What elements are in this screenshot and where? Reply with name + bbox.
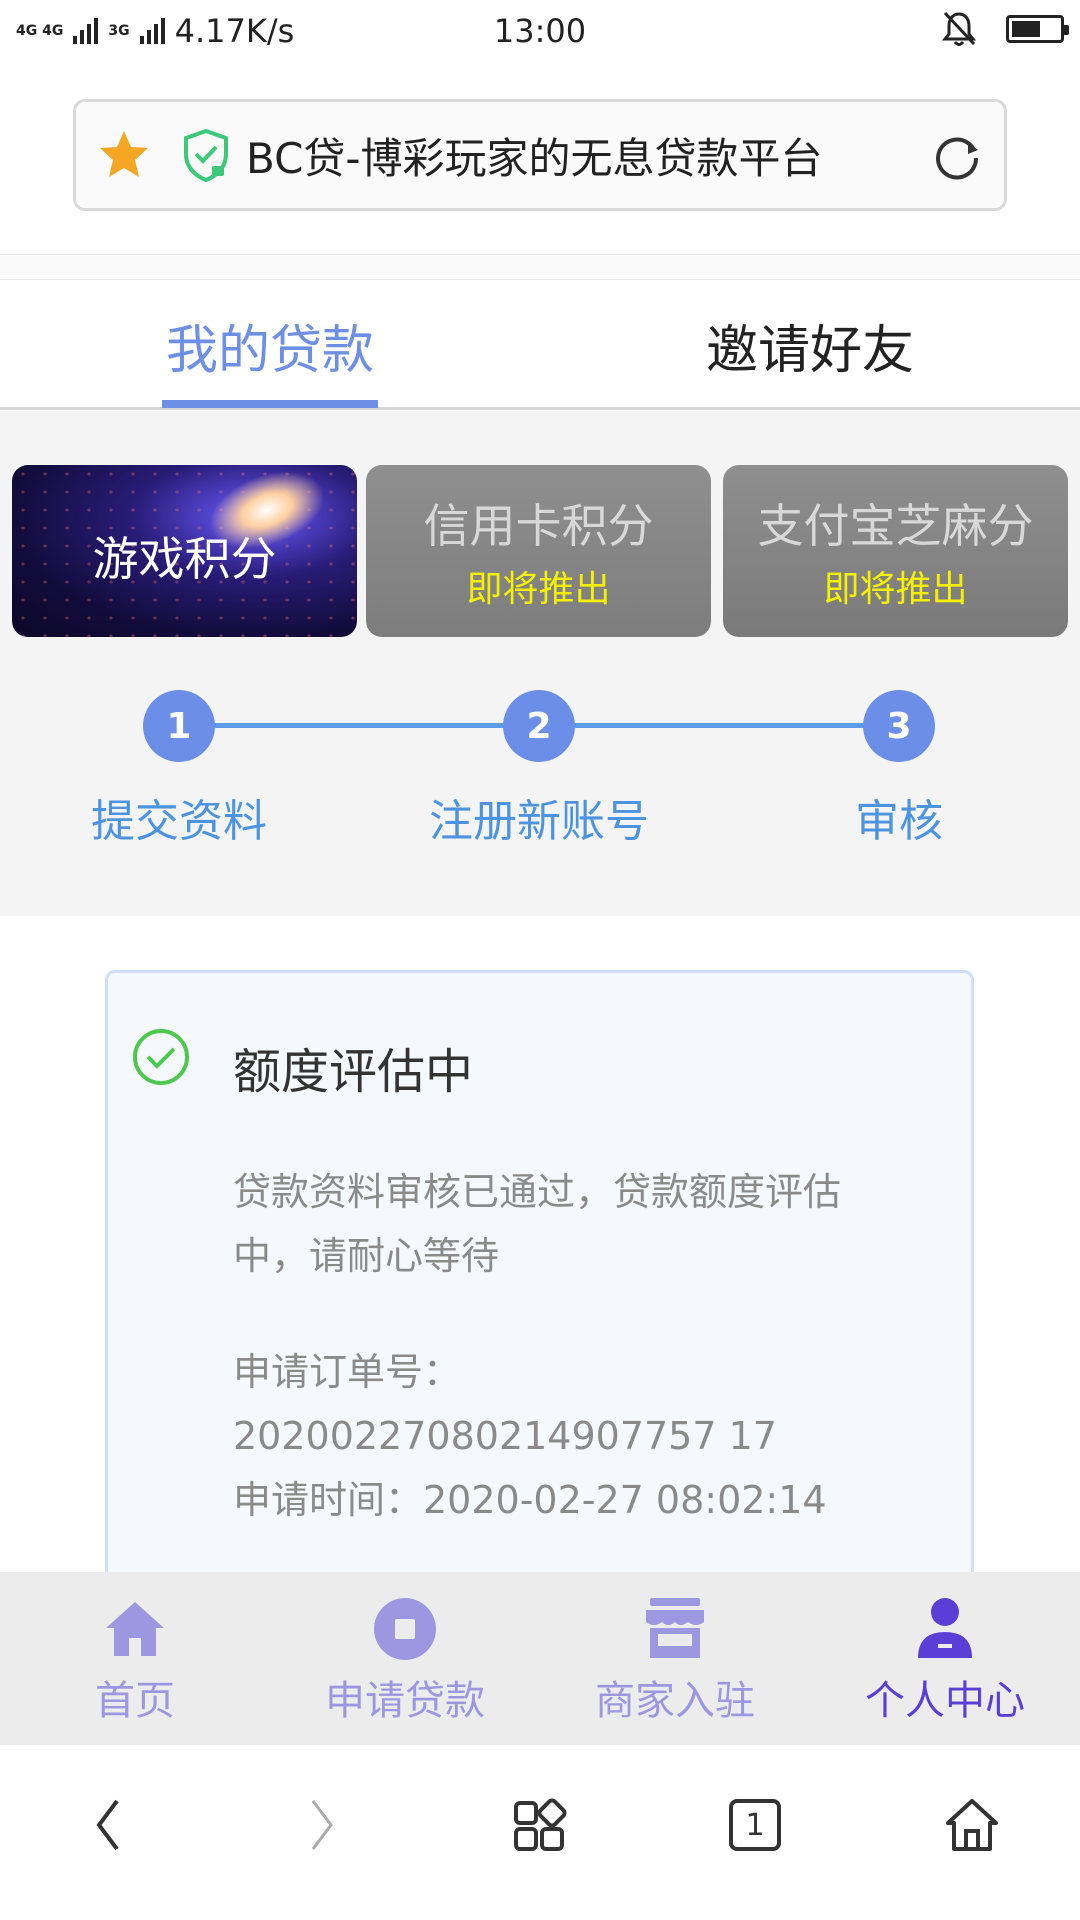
signal-icon-2	[139, 18, 165, 44]
credit-card-points-card[interactable]: 信用卡积分 即将推出	[366, 465, 711, 637]
bookmark-star-icon[interactable]	[96, 127, 152, 183]
network-type-1: 4G 4G	[16, 23, 64, 39]
tab-my-loans[interactable]: 我的贷款	[162, 280, 378, 410]
nav-merchant[interactable]: 商家入驻	[540, 1572, 810, 1745]
apply-time: 申请时间：2020-02-27 08:02:14	[233, 1478, 827, 1522]
tab-active-indicator	[162, 400, 378, 408]
coming-soon-badge: 即将推出	[823, 569, 968, 610]
nav-apply-loan[interactable]: 申请贷款	[270, 1572, 540, 1745]
step-3-label: 审核	[855, 796, 943, 847]
status-right	[942, 10, 1069, 48]
check-circle-icon	[133, 1029, 189, 1085]
nav-home-label: 首页	[95, 1678, 175, 1724]
browser-menu-button[interactable]	[510, 1795, 570, 1855]
step-connector	[214, 723, 504, 728]
mute-bell-icon	[942, 11, 976, 46]
divider	[0, 254, 1080, 280]
network-speed: 4.17K/s	[174, 12, 295, 50]
game-points-title: 游戏积分	[92, 532, 277, 586]
nav-apply-loan-label: 申请贷款	[325, 1678, 485, 1724]
tab-invite-friends[interactable]: 邀请好友	[690, 280, 930, 410]
step-connector	[574, 723, 864, 728]
apps-grid-icon	[514, 1798, 567, 1851]
order-number-label: 申请订单号：	[233, 1350, 462, 1394]
signal-icon	[73, 18, 99, 44]
chevron-left-icon	[96, 1799, 119, 1851]
nav-merchant-label: 商家入驻	[595, 1678, 755, 1724]
status-message-line-2: 中，请耐心等待	[233, 1234, 500, 1278]
secure-shield-icon	[184, 128, 228, 182]
user-icon	[918, 1598, 972, 1658]
step-2-circle: 2	[503, 690, 575, 762]
home-outline-icon	[946, 1799, 998, 1851]
battery-icon	[1006, 15, 1069, 43]
status-left: 4G 4G 3G 4.17K/s	[16, 12, 436, 50]
tab-bar: 我的贷款 邀请好友	[0, 280, 1080, 410]
alipay-sesame-title: 支付宝芝麻分	[757, 499, 1034, 553]
step-1-circle: 1	[143, 690, 215, 762]
game-points-card[interactable]: 游戏积分	[12, 465, 357, 637]
browser-tabs-button[interactable]: 1	[725, 1795, 785, 1855]
browser-home-button[interactable]	[942, 1795, 1002, 1855]
tab-count: 1	[745, 1807, 765, 1843]
status-message-line-1: 贷款资料审核已通过，贷款额度评估	[233, 1170, 842, 1214]
coming-soon-badge: 即将推出	[466, 569, 611, 610]
step-1-label: 提交资料	[91, 796, 267, 847]
browser-back-button[interactable]	[78, 1795, 138, 1855]
step-2-label: 注册新账号	[429, 796, 649, 847]
reload-icon[interactable]	[930, 128, 984, 182]
status-title: 额度评估中	[233, 1044, 474, 1100]
store-icon	[646, 1598, 704, 1658]
order-number-value: 20200227080214907757 17	[233, 1414, 777, 1458]
alipay-sesame-card[interactable]: 支付宝芝麻分 即将推出	[723, 465, 1068, 637]
chevron-right-icon	[311, 1800, 333, 1850]
credit-card-points-title: 信用卡积分	[423, 499, 654, 553]
step-3-circle: 3	[863, 690, 935, 762]
nav-profile-label: 个人中心	[865, 1678, 1025, 1724]
apply-icon	[374, 1598, 436, 1660]
nav-profile[interactable]: 个人中心	[810, 1572, 1080, 1745]
network-type-2: 3G	[108, 23, 130, 39]
bottom-nav: 首页 申请贷款 商家入驻 个人中心	[0, 1572, 1080, 1745]
address-bar[interactable]: BC贷-博彩玩家的无息贷款平台	[73, 99, 1007, 211]
status-bar: 4G 4G 3G 4.17K/s 13:00	[0, 0, 1080, 62]
home-icon	[106, 1602, 164, 1656]
nav-home[interactable]: 首页	[0, 1572, 270, 1745]
page-title: BC贷-博彩玩家的无息贷款平台	[246, 133, 823, 183]
browser-forward-button[interactable]	[292, 1795, 352, 1855]
